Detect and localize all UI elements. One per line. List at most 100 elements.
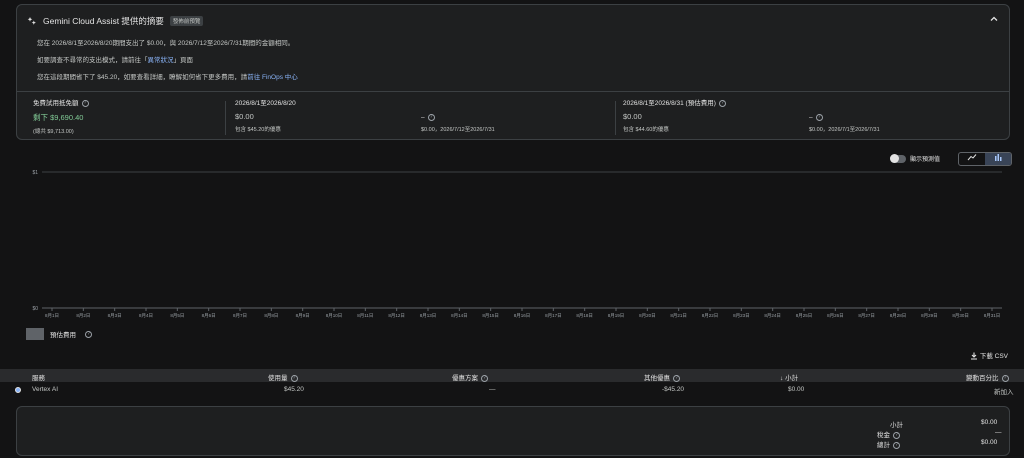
forecast-toggle-label: 顯示預測值: [910, 157, 941, 163]
legend-swatch: [26, 328, 44, 340]
forecast-compare-value: $0.00，2026/7/1至2026/7/31: [809, 127, 880, 134]
help-icon[interactable]: ?: [1001, 374, 1009, 382]
tax-label-text: 稅金: [877, 432, 890, 439]
total-label: 總計?: [877, 439, 900, 449]
col-change[interactable]: 變動百分比?: [966, 372, 1009, 382]
x-tick-label: 8月3日: [108, 313, 122, 319]
bar-chart-icon: [995, 154, 1002, 161]
chart-legend: 預估費用 ?: [26, 328, 92, 340]
collapse-chevron-icon[interactable]: [989, 14, 999, 27]
x-tick-label: 8月29日: [921, 313, 938, 319]
x-tick-label: 8月11日: [357, 313, 373, 319]
period-cost-savings: 包含 $45.20的優惠: [235, 127, 281, 133]
col-subtotal[interactable]: ↓ 小計: [780, 372, 798, 382]
row-subtotal: $0.00: [788, 386, 805, 393]
subtotal-label: 小計: [890, 422, 903, 429]
x-tick-label: 8月19日: [608, 313, 625, 319]
x-tick-label: 8月2日: [76, 313, 90, 319]
table-row: Vertex AI $45.20 — -$45.20 $0.00 新加入: [0, 383, 1024, 397]
x-tick-label: 8月24日: [764, 313, 781, 319]
col-usage-label: 使用量: [268, 375, 288, 382]
col-other-label: 其他優惠: [644, 375, 670, 382]
row-other-savings: -$45.20: [662, 386, 685, 393]
help-icon[interactable]: ?: [481, 374, 488, 382]
help-icon[interactable]: ?: [81, 99, 89, 107]
subtotal-value: $0.00: [981, 419, 998, 426]
x-tick-label: 8月18日: [576, 313, 593, 319]
row-usage: $45.20: [284, 386, 304, 393]
anomalies-link[interactable]: 異常狀況: [148, 57, 174, 64]
x-tick-label: 8月26日: [827, 313, 844, 319]
total-value: $0.00: [981, 439, 998, 446]
x-tick-label: 8月30日: [952, 313, 969, 319]
forecast-change: –: [809, 114, 813, 122]
cost-bar-chart: $1 $0 8月1日 8月2日 8月3日 8月4日 8月5日 8月6日 8月7日 8月8日 8月9日…: [32, 170, 1002, 319]
x-tick-label: 8月28日: [890, 313, 907, 319]
x-tick-label: 8月13日: [420, 313, 437, 319]
x-tick-label: 8月23日: [733, 313, 750, 319]
gemini-summary-title: Gemini Cloud Assist 提供的摘要: [43, 16, 164, 26]
col-other-savings[interactable]: 其他優惠?: [644, 372, 680, 382]
tax-label: 稅金?: [877, 429, 900, 439]
x-tick-label: 8月15日: [482, 313, 499, 319]
download-csv-label: 下載 CSV: [979, 353, 1008, 360]
row-change: 新加入: [994, 389, 1014, 396]
download-csv-button[interactable]: 下載 CSV: [970, 350, 1008, 360]
y-tick-label: $1: [32, 170, 38, 176]
summary-line-spend: 您在 2026/8/1至2026/8/20期間支出了 $0.00，與 2026/…: [37, 40, 295, 47]
x-tick-label: 8月14日: [451, 313, 468, 319]
x-tick-label: 8月12日: [388, 313, 405, 319]
stat-divider: [615, 101, 616, 135]
summary-line-anomalies-prefix: 如要調查不尋常的支出模式，請前往「: [37, 57, 148, 64]
col-change-label: 變動百分比: [966, 375, 999, 382]
period-cost-value: $0.00: [235, 112, 254, 121]
help-icon[interactable]: ?: [893, 431, 900, 439]
help-icon[interactable]: ?: [673, 374, 680, 382]
help-icon[interactable]: ?: [85, 330, 92, 338]
summary-divider: [17, 91, 1009, 92]
x-tick-label: 8月25日: [796, 313, 813, 319]
cost-chart-section: 顯示預測值 $1 $0 8月1日 8月2日 8月3日 8月4日 8月5日 8月6日 8月7日 8月…: [16, 148, 1012, 340]
summary-line-savings: 您在這段期間省下了 $45.20，如要查看詳細，瞭解如何省下更多費用，請前往 F…: [37, 71, 298, 88]
x-tick-label: 8月10日: [326, 313, 343, 319]
col-discounts-label: 優惠方案: [452, 375, 478, 382]
finops-hub-link[interactable]: 前往 FinOps 中心: [247, 74, 298, 81]
x-tick-label: 8月9日: [296, 313, 310, 319]
period-change: –: [421, 114, 425, 122]
row-discounts: —: [489, 386, 496, 393]
forecast-switch[interactable]: [890, 153, 906, 163]
stat-divider: [225, 101, 226, 135]
col-service[interactable]: 服務: [32, 372, 45, 382]
download-icon: [971, 352, 977, 360]
help-icon[interactable]: ?: [815, 114, 823, 121]
x-tick-label: 8月6日: [202, 313, 216, 319]
forecast-toggle[interactable]: 顯示預測值: [890, 153, 941, 163]
forecast-cost-title: 2026/8/1至2026/8/31 (預估費用): [623, 100, 716, 107]
credits-stat-title: 免費試用抵免額: [33, 100, 79, 107]
col-usage[interactable]: 使用量?: [268, 372, 298, 382]
x-tick-label: 8月1日: [45, 313, 59, 319]
line-chart-icon: [967, 154, 977, 161]
x-tick-label: 8月16日: [514, 313, 531, 319]
x-tick-label: 8月21日: [670, 313, 687, 319]
gemini-summary-header: Gemini Cloud Assist 提供的摘要 發佈前預覽: [27, 15, 204, 27]
forecast-cost-value: $0.00: [623, 112, 642, 121]
x-tick-label: 8月20日: [639, 313, 656, 319]
legend-label: 預估費用: [50, 332, 76, 339]
credits-total: (總共 $9,713.00): [33, 129, 74, 135]
col-discounts[interactable]: 優惠方案?: [452, 372, 488, 382]
y-tick-label: $0: [32, 306, 38, 312]
help-icon[interactable]: ?: [427, 114, 435, 121]
x-tick-label: 8月22日: [702, 313, 719, 319]
help-icon[interactable]: ?: [893, 441, 900, 449]
period-compare-value: $0.00，2026/7/12至2026/7/31: [421, 127, 495, 134]
series-color-dot: [15, 387, 21, 393]
x-tick-label: 8月31日: [984, 313, 1001, 319]
help-icon[interactable]: ?: [718, 99, 726, 107]
gemini-summary-card: Gemini Cloud Assist 提供的摘要 發佈前預覽 您在 2026/…: [16, 4, 1010, 140]
help-icon[interactable]: ?: [290, 374, 298, 382]
x-tick-label: 8月17日: [545, 313, 562, 319]
period-compare: –? $0.00，2026/7/12至2026/7/31: [421, 114, 495, 133]
summary-line-anomalies: 如要調查不尋常的支出模式，請前往「異常狀況」頁面: [37, 54, 298, 71]
period-cost-title: 2026/8/1至2026/8/20: [235, 100, 296, 107]
